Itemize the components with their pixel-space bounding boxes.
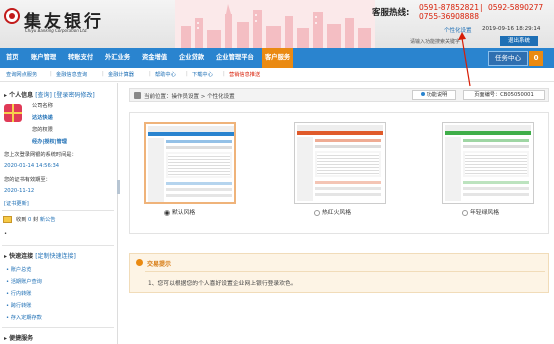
divider (2, 210, 114, 211)
home-icon (134, 92, 141, 99)
nav-item-transfer[interactable]: 转账支付 (68, 48, 93, 68)
bank-name-en: Chiyu Banking Corporation Ltd. (25, 28, 88, 33)
app-window: 集友银行 Chiyu Banking Corporation Ltd. 客服热线… (0, 0, 554, 344)
radio-green[interactable] (462, 209, 468, 216)
function-description-button[interactable]: 功能说明 (412, 90, 456, 100)
annotation-arrow (458, 32, 471, 87)
quick-links-title: 快速连接 (9, 253, 34, 260)
messages-line: 收到 0 封 新公告 (16, 216, 55, 223)
nav-item-wealth[interactable]: 资金增值 (142, 48, 167, 68)
subnav-separator: | (102, 71, 104, 77)
subnav-help-center[interactable]: 帮助中心 (155, 71, 176, 78)
quick-link-time-deposit[interactable]: • 存入定期存款 (6, 314, 42, 321)
theme-option-green[interactable]: 年轻绿风格 (442, 122, 534, 220)
bullet-dot: • (4, 231, 8, 237)
rights-value: 经办|授权|管理 (32, 139, 67, 145)
theme-label-default[interactable]: 默认风格 (164, 207, 195, 216)
quick-link-inter-bank-transfer[interactable]: • 跨行转账 (6, 302, 31, 309)
nav-item-account[interactable]: 账户管理 (31, 48, 56, 68)
nav-item-mgmt-platform[interactable]: 企业管理平台 (216, 48, 254, 68)
theme-label-red[interactable]: 热红火风格 (314, 207, 351, 216)
customize-quick-links-link[interactable]: [定制快速连接] (35, 253, 76, 260)
theme-preview-default[interactable] (144, 122, 236, 204)
nav-item-home[interactable]: 首页 (6, 48, 19, 68)
hotline-label: 客服热线: (372, 8, 410, 18)
subnav-download-center[interactable]: 下载中心 (192, 71, 213, 78)
nav-item-customer-service[interactable]: 客户服务 (262, 48, 294, 68)
last-login-label: 您上次登录网银的系统时间是： (4, 152, 77, 158)
tips-title: 交易提示 (147, 261, 172, 268)
subnav-separator: | (149, 71, 151, 77)
transaction-tips: 交易提示 1、您可以根据您的个人喜好设置企业网上银行登录欢色。 (129, 253, 549, 293)
theme-option-default[interactable]: 默认风格 (144, 122, 236, 220)
divider (2, 327, 114, 328)
company-name-label: 公司名称 (32, 103, 53, 109)
personal-info-title: 个人信息 (9, 92, 34, 99)
breadcrumb-bar: 当前位置：操作员设置 > 个性化设置 功能说明 页面编号：CB05050001 (129, 88, 549, 102)
sidebar: ▸ 个人信息 [查询] [登录密码修改] 公司名称 达达快递 您的权限 经办|授… (0, 83, 118, 344)
theme-preview-red[interactable] (294, 122, 386, 204)
sidebar-collapse-handle[interactable] (117, 180, 120, 194)
current-datetime: 2019-09-16 18:29:14 (482, 26, 541, 32)
task-count-badge[interactable]: 0 (529, 51, 543, 66)
rights-label: 您的权限 (32, 127, 53, 133)
page-number: 页面编号：CB05050001 (463, 90, 545, 100)
new-notice-link[interactable]: 新公告 (40, 217, 56, 223)
hotline-number-2: 0592-5890277 (488, 3, 544, 12)
messages-unit: 封 (33, 217, 39, 223)
radio-default[interactable] (164, 209, 170, 216)
hotline-number-1: 0591-87852821 (419, 3, 479, 12)
quick-links-section: ▸ 快速连接 [定制快速连接] (4, 251, 76, 260)
personal-info-query-link[interactable]: [查询] (35, 92, 52, 99)
function-search-input[interactable]: 请输入功能搜索关键字 (410, 38, 460, 45)
convenience-title: 便捷服务 (9, 335, 34, 342)
subnav-branch-query[interactable]: 查询网点服务 (6, 71, 37, 78)
task-center-button[interactable]: 任务中心 (488, 51, 528, 66)
cert-expiry-label: 您的证书有效期至： (4, 177, 51, 183)
personal-info-section: ▸ 个人信息 [查询] [登录密码修改] (4, 90, 95, 99)
breadcrumb: 当前位置：操作员设置 > 个性化设置 (144, 94, 235, 100)
tips-divider (145, 271, 545, 272)
city-skyline-banner (175, 0, 375, 48)
cert-expiry-value: 2020-11-12 (4, 188, 35, 194)
theme-preview-green[interactable] (442, 122, 534, 204)
convenience-section: ▸ 便捷服务 (4, 333, 33, 342)
hotline-number-3: 0755-36908888 (419, 12, 479, 21)
subnav-separator: | (186, 71, 188, 77)
quick-link-account-overview[interactable]: • 账户总览 (6, 266, 31, 273)
cert-update-link[interactable]: [证书更新] (4, 200, 29, 207)
tips-text: 1、您可以根据您的个人喜好设置企业网上银行登录欢色。 (148, 281, 297, 287)
radio-red[interactable] (314, 209, 320, 216)
divider (2, 245, 114, 246)
quick-link-intra-bank-transfer[interactable]: • 行内转账 (6, 290, 31, 297)
hotline-separator: | (480, 3, 483, 12)
subnav-marketing-push[interactable]: 营销信息推送 (229, 71, 260, 78)
main-content: 当前位置：操作员设置 > 个性化设置 功能说明 页面编号：CB05050001 … (121, 83, 554, 344)
company-name-value: 达达快递 (32, 115, 53, 121)
mail-icon (3, 216, 12, 223)
change-password-link[interactable]: [登录密码修改] (54, 92, 95, 99)
theme-label-green[interactable]: 年轻绿风格 (462, 207, 499, 216)
nav-item-forex[interactable]: 外汇业务 (105, 48, 130, 68)
subnav-finance-info[interactable]: 金融信息查询 (56, 71, 87, 78)
quick-link-current-account-query[interactable]: • 活期账户查询 (6, 278, 42, 285)
last-login-value: 2020-01-14 14:56:34 (4, 163, 60, 169)
messages-received-label: 收到 (16, 217, 27, 223)
warning-icon (136, 259, 143, 266)
bank-logo-icon (4, 8, 20, 24)
theme-selector: 默认风格 热红火风格 年轻绿风格 (129, 112, 549, 234)
nav-item-loan[interactable]: 企业贷款 (179, 48, 204, 68)
theme-option-red[interactable]: 热红火风格 (294, 122, 386, 220)
subnav-separator: | (50, 71, 52, 77)
subnav-separator: | (223, 71, 225, 77)
logout-button[interactable]: 退出系统 (500, 36, 538, 46)
info-icon (420, 92, 425, 96)
subnav-calculator[interactable]: 金融计算器 (108, 71, 134, 78)
gift-icon (4, 104, 22, 122)
messages-count[interactable]: 0 (28, 217, 31, 223)
